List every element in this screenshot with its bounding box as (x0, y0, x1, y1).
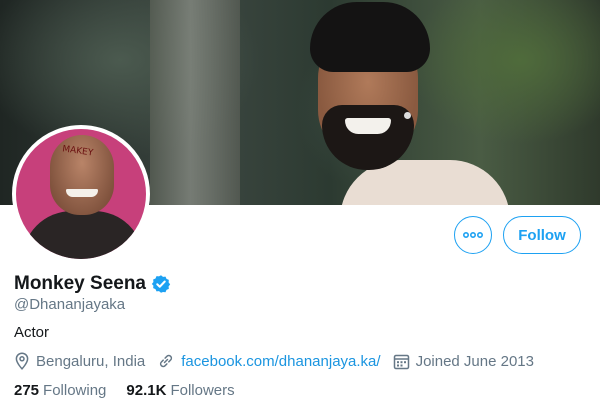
location-pin-icon (15, 352, 29, 370)
banner-photo-person (300, 0, 510, 205)
followers-count: 92.1K (126, 382, 167, 399)
display-name: Monkey Seena (14, 273, 146, 294)
location-text: Bengaluru, India (36, 352, 146, 370)
profile-stats: 275 Following 92.1K Followers (14, 382, 255, 399)
banner-tree (150, 0, 240, 205)
user-handle: @Dhananjayaka (14, 296, 126, 313)
website-item: facebook.com/dhananjaya.ka/ (157, 352, 381, 370)
location-item: Bengaluru, India (14, 352, 145, 370)
name-row: Monkey Seena (14, 273, 171, 295)
more-options-button[interactable] (454, 216, 492, 254)
following-label: Following (43, 382, 107, 399)
follow-button[interactable]: Follow (503, 216, 581, 254)
verified-badge-icon (151, 275, 171, 293)
joined-date: Joined June 2013 (415, 352, 534, 370)
followers-stat[interactable]: 92.1K Followers (126, 382, 234, 399)
following-count: 275 (14, 382, 40, 399)
profile-avatar[interactable]: MAKEY (12, 125, 150, 263)
profile-meta: Bengaluru, India facebook.com/dhananjaya… (14, 352, 546, 370)
following-stat[interactable]: 275 Following (14, 382, 106, 399)
joined-item: Joined June 2013 (393, 353, 534, 370)
followers-label: Followers (170, 382, 235, 399)
calendar-icon (393, 354, 409, 369)
website-link[interactable]: facebook.com/dhananjaya.ka/ (181, 353, 380, 370)
bio-text: Actor (14, 324, 50, 341)
more-dots-icon (463, 232, 483, 238)
link-icon (160, 354, 173, 368)
